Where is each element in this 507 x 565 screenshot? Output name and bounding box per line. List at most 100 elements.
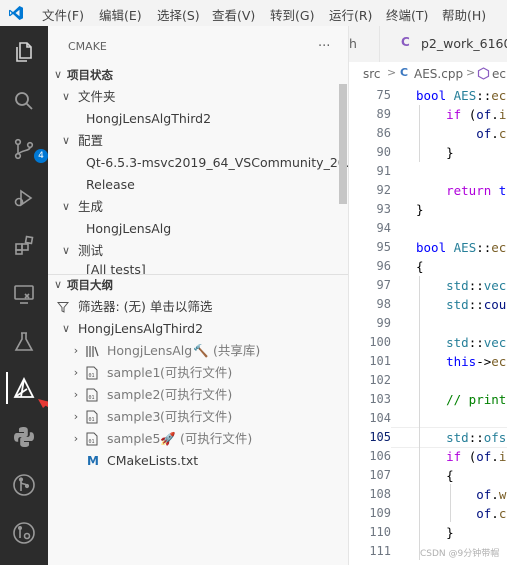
rocket-icon: 🚀: [160, 431, 176, 446]
target-item-sample3[interactable]: › 01 sample3 (可执行文件): [48, 406, 348, 428]
cmakelists-item[interactable]: M CMakeLists.txt: [48, 450, 348, 472]
extensions-button[interactable]: [8, 230, 40, 262]
build-node[interactable]: ∨ 生成: [48, 196, 348, 218]
c-file-icon: C: [401, 35, 410, 49]
line-number: 98: [376, 297, 391, 311]
code-line[interactable]: return t: [416, 183, 506, 198]
testing-button[interactable]: [8, 326, 40, 358]
watermark: CSDN @9分钟带帽: [420, 546, 500, 559]
target-item-sample5[interactable]: › 01 sample5 🚀 (可执行文件): [48, 428, 348, 450]
cmake-button[interactable]: [6, 372, 40, 404]
code-line[interactable]: {: [416, 468, 454, 483]
status-scrollbar[interactable]: [339, 84, 347, 204]
outline-project-node[interactable]: ∨ HongjLensAlgThird2: [48, 318, 348, 340]
test-node[interactable]: ∨ 测试: [48, 240, 348, 262]
sidebar-header: CMAKE ···: [48, 36, 348, 58]
menu-go[interactable]: 转到(G): [270, 5, 314, 24]
config-node[interactable]: ∨ 配置: [48, 130, 348, 152]
project-outline-section[interactable]: ∨ 项目大纲: [48, 274, 348, 296]
remote-explorer-button[interactable]: [8, 278, 40, 310]
build-label: 生成: [78, 199, 104, 214]
git-graph-button[interactable]: [8, 469, 40, 501]
more-actions-button[interactable]: ···: [318, 36, 330, 58]
target-name: HongjLensAlg: [107, 343, 193, 358]
line-number: 102: [369, 373, 391, 387]
tab-label: p2_work_6160.h: [421, 36, 507, 51]
search-icon: [15, 92, 33, 110]
target-kind: (可执行文件): [160, 387, 233, 402]
tab-previous[interactable]: h: [349, 26, 379, 62]
project-status-section[interactable]: ∨ 项目状态: [48, 64, 348, 86]
chevron-right-icon: ›: [73, 344, 79, 357]
menu-view[interactable]: 查看(V): [212, 5, 255, 24]
menu-run[interactable]: 运行(R): [329, 5, 372, 24]
scm-count-badge: 4: [34, 149, 48, 163]
code-line[interactable]: bool AES::ec: [416, 88, 506, 103]
menu-edit[interactable]: 编辑(E): [99, 5, 142, 24]
target-kind: (共享库): [213, 343, 261, 358]
source-control-icon: [14, 138, 34, 160]
folder-value-item[interactable]: HongjLensAlgThird2: [48, 108, 348, 130]
code-line[interactable]: }: [416, 525, 454, 540]
config-kit-item[interactable]: Qt-6.5.3-msvc2019_64_VSCommunity_20...: [48, 152, 348, 174]
code-line[interactable]: of.c: [416, 126, 506, 141]
target-name: sample1: [107, 365, 161, 380]
code-line[interactable]: {: [416, 259, 424, 274]
breadcrumb-src[interactable]: src: [363, 67, 381, 81]
code-line[interactable]: std::ofs: [416, 430, 506, 445]
explorer-button[interactable]: [8, 36, 40, 68]
code-editor[interactable]: 75 bool AES::ec 89 if (of.i 86 of.c 90 }…: [349, 86, 507, 565]
config-build-type: Release: [86, 177, 135, 192]
menu-help[interactable]: 帮助(H): [442, 5, 486, 24]
target-item-sample1[interactable]: › 01 sample1 (可执行文件): [48, 362, 348, 384]
tab-p2-work[interactable]: C p2_work_6160.h: [379, 26, 507, 62]
executable-icon: 01: [86, 388, 98, 402]
python-button[interactable]: [8, 421, 40, 453]
source-control-button[interactable]: 4: [8, 133, 48, 165]
code-line[interactable]: std::vec: [416, 335, 506, 350]
code-line[interactable]: }: [416, 145, 454, 160]
line-number: 108: [369, 487, 391, 501]
svg-text:01: 01: [89, 395, 95, 401]
breadcrumb-file[interactable]: AES.cpp: [414, 67, 463, 81]
code-line[interactable]: // print: [416, 392, 506, 407]
outline-filter[interactable]: 筛选器: (无) 单击以筛选: [48, 296, 348, 318]
build-target-item[interactable]: HongjLensAlg: [48, 218, 348, 240]
target-item-hongjlensalg[interactable]: › HongjLensAlg 🔨 (共享库): [48, 340, 348, 362]
folder-value: HongjLensAlgThird2: [86, 111, 212, 126]
project-status-label: 项目状态: [67, 68, 113, 82]
menu-terminal[interactable]: 终端(T): [386, 5, 428, 24]
target-name: sample3: [107, 409, 161, 424]
target-item-sample2[interactable]: › 01 sample2 (可执行文件): [48, 384, 348, 406]
executable-icon: 01: [86, 432, 98, 446]
run-debug-button[interactable]: [8, 182, 40, 214]
code-line[interactable]: this->ec: [416, 354, 506, 369]
target-kind: (可执行文件): [160, 365, 233, 380]
menu-selection[interactable]: 选择(S): [157, 5, 200, 24]
search-button[interactable]: [8, 85, 40, 117]
method-icon: [477, 67, 490, 80]
git-graph-icon: [13, 474, 35, 496]
config-build-type-item[interactable]: Release: [48, 174, 348, 196]
code-line[interactable]: std::cou: [416, 297, 506, 312]
line-number: 86: [376, 126, 391, 140]
breadcrumb-separator: >: [466, 66, 476, 79]
breadcrumb-symbol[interactable]: ec: [492, 67, 506, 81]
chevron-down-icon: ∨: [61, 134, 71, 147]
folder-node[interactable]: ∨ 文件夹: [48, 86, 348, 108]
line-number: 93: [376, 202, 391, 216]
code-line[interactable]: if (of.i: [416, 107, 506, 122]
executable-icon: 01: [86, 410, 98, 424]
code-line[interactable]: }: [416, 202, 424, 217]
remote-connection-button[interactable]: [8, 517, 40, 549]
code-line[interactable]: bool AES::ec: [416, 240, 506, 255]
remote-explorer-icon: [14, 285, 34, 304]
menu-file[interactable]: 文件(F): [42, 5, 84, 24]
code-line[interactable]: std::vec: [416, 278, 506, 293]
code-line[interactable]: of.c: [416, 506, 506, 521]
test-value-item[interactable]: [All tests]: [48, 262, 348, 274]
code-line[interactable]: if (of.i: [416, 449, 506, 464]
code-line[interactable]: of.w: [416, 487, 506, 502]
target-kind: (可执行文件): [160, 409, 233, 424]
line-number: 96: [376, 259, 391, 273]
